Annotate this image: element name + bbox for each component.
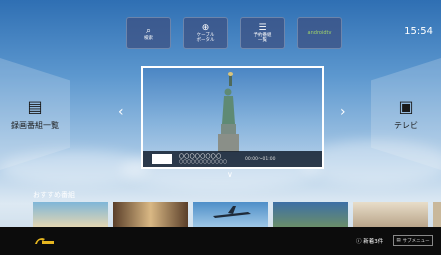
recommended-title: おすすめ番組: [33, 191, 75, 199]
beach-thumbnail[interactable]: [33, 202, 108, 227]
tv-label: テレビ: [394, 120, 418, 130]
globe-icon: ⊕: [201, 23, 210, 33]
tv-icon: ▣: [398, 96, 414, 116]
clock: 15:54: [404, 26, 433, 37]
program-time: 00:00〜01:00: [245, 157, 276, 162]
partial-thumbnail[interactable]: [433, 202, 441, 227]
temple-thumbnail[interactable]: [113, 202, 188, 227]
search-icon: ⌕: [145, 25, 152, 36]
film-icon: ▤: [27, 96, 43, 116]
cable-portal-button-label: ケーブル ポータル: [196, 33, 215, 43]
channel-logo: [152, 154, 172, 164]
recorded-list-label: 録画番組一覧: [11, 120, 59, 130]
search-button-label: 検索: [144, 35, 153, 41]
statue-of-liberty-image: [218, 72, 239, 152]
submenu-label: サブメニュー: [402, 238, 430, 244]
androidtv-logo: androidtv: [307, 29, 332, 36]
next-arrow-icon[interactable]: ›: [340, 104, 346, 120]
new-count-label: 新着3件: [363, 239, 384, 245]
provider-logo: [35, 238, 54, 244]
cat-thumbnail[interactable]: [353, 202, 428, 227]
submenu-button[interactable]: ▤ サブメニュー: [393, 235, 433, 246]
list-icon: ☰: [258, 23, 267, 33]
reservations-button-label: 予約番組 一覧: [253, 33, 272, 43]
cable-portal-button[interactable]: ⊕ ケーブル ポータル: [183, 17, 228, 49]
program-preview[interactable]: 〇〇〇〇〇〇〇〇 〇〇〇〇〇〇〇〇〇〇〇〇 00:00〜01:00: [141, 66, 324, 169]
prev-arrow-icon[interactable]: ‹: [118, 104, 124, 120]
menu-icon: ▤: [396, 238, 401, 243]
bottom-bar: ⓘ 新着3件 ▤ サブメニュー: [0, 227, 441, 255]
info-icon: ⓘ: [356, 239, 362, 245]
reservations-button[interactable]: ☰ 予約番組 一覧: [240, 17, 285, 49]
program-info-bar: 〇〇〇〇〇〇〇〇 〇〇〇〇〇〇〇〇〇〇〇〇 00:00〜01:00: [143, 151, 322, 167]
airplane-icon: [213, 206, 251, 218]
androidtv-button[interactable]: androidtv: [297, 17, 342, 49]
chevron-down-icon[interactable]: ∨: [227, 170, 233, 179]
search-button[interactable]: ⌕ 検索: [126, 17, 171, 49]
landscape-thumbnail[interactable]: [273, 202, 348, 227]
airplane-thumbnail[interactable]: [193, 202, 268, 227]
new-count[interactable]: ⓘ 新着3件: [356, 237, 383, 245]
program-subtitle: 〇〇〇〇〇〇〇〇〇〇〇〇: [179, 159, 227, 164]
